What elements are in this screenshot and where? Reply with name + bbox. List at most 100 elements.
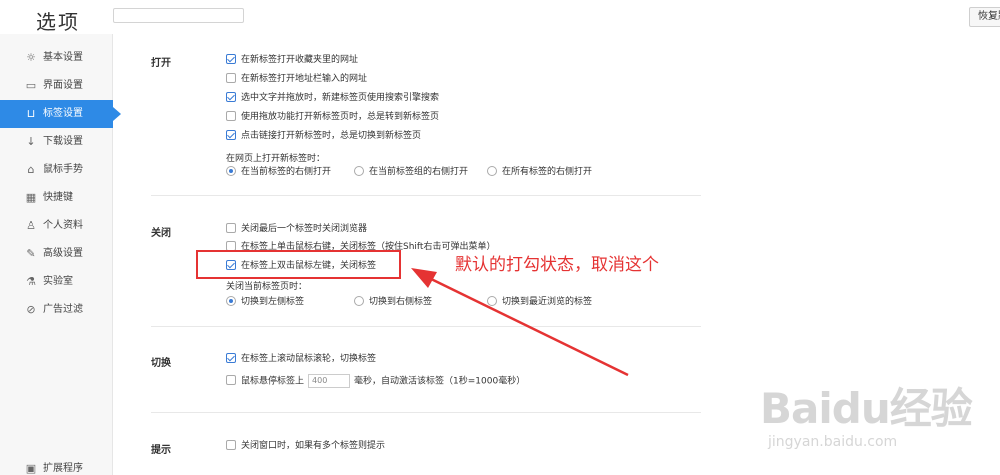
- option-label: 在标签上滚动鼠标滚轮，切换标签: [241, 354, 377, 364]
- option-label: 使用拖放功能打开新标签页时，总是转到新标签页: [241, 112, 440, 122]
- option-label: 选中文字并拖放时，新建标签页使用搜索引擎搜索: [241, 93, 440, 103]
- option-label: 在新标签打开收藏夹里的网址: [241, 55, 359, 65]
- sidebar-item[interactable]: ▦ 快捷键: [0, 184, 113, 212]
- option-label: 在新标签打开地址栏输入的网址: [241, 74, 368, 84]
- option-open-bookmarks-new-tab[interactable]: 在新标签打开收藏夹里的网址: [226, 53, 359, 66]
- sidebar-item[interactable]: ✎ 高级设置: [0, 240, 113, 268]
- close-switch-label: 关闭当前标签页时：: [226, 282, 308, 292]
- hover-delay-input[interactable]: 400: [308, 374, 351, 388]
- radio-button[interactable]: [354, 165, 364, 176]
- sidebar-item[interactable]: ↓ 下载设置: [0, 128, 113, 156]
- checkbox[interactable]: [226, 53, 236, 64]
- radio-label: 切换到右侧标签: [369, 297, 433, 307]
- sidebar-item[interactable]: ⌂ 鼠标手势: [0, 156, 113, 184]
- radio-label: 在所有标签的右侧打开: [502, 167, 593, 177]
- checkbox[interactable]: [226, 91, 236, 102]
- sidebar: ☼ 基本设置 ▭ 界面设置 ⊔ 标签设置 ↓ 下载设置 ⌂ 鼠标手势 ▦ 快捷键 ♙ 个人资料 ✎ 高级设置 ⚗…: [0, 34, 121, 475]
- radio-button[interactable]: [226, 295, 236, 306]
- flask-icon: ⚗: [26, 275, 36, 288]
- options-page: 选项 恢复默认 ☼ 基本设置 ▭ 界面设置 ⊔ 标签设置 ↓ 下载设置 ⌂ 鼠标手势 ▦ 快捷键 ♙ 个人…: [0, 0, 1000, 475]
- radio-open-right-of-group[interactable]: 在当前标签组的右侧打开: [354, 165, 469, 178]
- radio-label: 切换到左侧标签: [241, 297, 305, 307]
- section-title-prompt: 提示: [151, 445, 171, 456]
- header: 选项 恢复默认: [0, 0, 1000, 34]
- radio-switch-right-tab[interactable]: 切换到右侧标签: [354, 295, 433, 308]
- restore-defaults-button[interactable]: 恢复默认: [969, 7, 1000, 27]
- extension-icon: ▣: [25, 462, 37, 475]
- option-label: 鼠标悬停标签上: [241, 376, 305, 387]
- radio-button[interactable]: [226, 165, 236, 176]
- option-drag-goto-new-tab[interactable]: 使用拖放功能打开新标签页时，总是转到新标签页: [226, 110, 440, 123]
- checkbox[interactable]: [226, 222, 236, 233]
- sidebar-item-label: 个人资料: [43, 220, 83, 231]
- section-divider: [151, 326, 701, 327]
- option-hover-activate-tab[interactable]: 鼠标悬停标签上 400 毫秒，自动激活该标签（1秒=1000毫秒）: [226, 374, 525, 388]
- checkbox[interactable]: [226, 110, 236, 121]
- sidebar-item-label: 扩展程序: [43, 463, 83, 474]
- gear-icon: ☼: [26, 51, 36, 64]
- wrench-icon: ✎: [26, 247, 36, 260]
- sidebar-item-label: 快捷键: [43, 192, 73, 203]
- keyboard-icon: ▦: [25, 191, 37, 204]
- radio-open-right-of-all[interactable]: 在所有标签的右侧打开: [487, 165, 593, 178]
- radio-switch-recent-tab[interactable]: 切换到最近浏览的标签: [487, 295, 593, 308]
- option-label: 关闭最后一个标签时关闭浏览器: [241, 224, 368, 234]
- option-label: 点击链接打开新标签时，总是切换到新标签页: [241, 131, 422, 141]
- radio-button[interactable]: [487, 165, 497, 176]
- highlight-box: [196, 250, 401, 279]
- radio-open-right-of-current[interactable]: 在当前标签的右侧打开: [226, 165, 332, 178]
- section-divider: [151, 412, 701, 413]
- sidebar-item-label: 下载设置: [43, 136, 83, 147]
- sidebar-item-label: 广告过滤: [43, 304, 83, 315]
- sidebar-item-label: 鼠标手势: [43, 164, 83, 175]
- option-close-last-tab-close-browser[interactable]: 关闭最后一个标签时关闭浏览器: [226, 222, 368, 235]
- sidebar-item-label: 高级设置: [43, 248, 83, 259]
- option-drag-text-search[interactable]: 选中文字并拖放时，新建标签页使用搜索引擎搜索: [226, 91, 440, 104]
- section-title-switch: 切换: [151, 358, 171, 369]
- option-link-switch-new-tab[interactable]: 点击链接打开新标签时，总是切换到新标签页: [226, 129, 422, 142]
- radio-switch-left-tab[interactable]: 切换到左侧标签: [226, 295, 305, 308]
- checkbox[interactable]: [226, 129, 236, 140]
- section-divider: [151, 195, 701, 196]
- sidebar-item[interactable]: ⊘ 广告过滤: [0, 296, 113, 324]
- sidebar-item[interactable]: ☼ 基本设置: [0, 44, 113, 72]
- checkbox[interactable]: [226, 439, 236, 450]
- radio-button[interactable]: [487, 295, 497, 306]
- sidebar-item[interactable]: ⊔ 标签设置: [0, 100, 121, 128]
- download-icon: ↓: [26, 135, 36, 148]
- sidebar-item[interactable]: ⚗ 实验室: [0, 268, 113, 296]
- page-title: 选项: [36, 10, 80, 34]
- option-open-addressbar-new-tab[interactable]: 在新标签打开地址栏输入的网址: [226, 72, 368, 85]
- user-icon: ♙: [26, 219, 36, 232]
- checkbox[interactable]: [226, 72, 236, 83]
- watermark-logo: Baidu经验: [760, 384, 973, 433]
- radio-label: 在当前标签组的右侧打开: [369, 167, 469, 177]
- sidebar-item[interactable]: ♙ 个人资料: [0, 212, 113, 240]
- radio-label: 切换到最近浏览的标签: [502, 297, 593, 307]
- sidebar-item-label: 基本设置: [43, 52, 83, 63]
- section-title-open: 打开: [151, 58, 171, 69]
- checkbox[interactable]: [226, 240, 236, 251]
- option-close-window-prompt[interactable]: 关闭窗口时，如果有多个标签则提示: [226, 439, 386, 452]
- window-icon: ▭: [25, 79, 37, 92]
- radio-label: 在当前标签的右侧打开: [241, 167, 332, 177]
- open-position-label: 在网页上打开新标签时：: [226, 154, 326, 164]
- section-title-close: 关闭: [151, 228, 171, 239]
- option-wheel-switch-tab[interactable]: 在标签上滚动鼠标滚轮，切换标签: [226, 352, 377, 365]
- block-icon: ⊘: [26, 303, 36, 316]
- sidebar-item-label: 标签设置: [43, 108, 83, 119]
- search-input[interactable]: [113, 8, 244, 23]
- tab-icon: ⊔: [26, 107, 36, 120]
- option-label-suffix: 毫秒，自动激活该标签（1秒=1000毫秒）: [354, 376, 526, 387]
- sidebar-item-label: 界面设置: [43, 80, 83, 91]
- radio-button[interactable]: [354, 295, 364, 306]
- baidu-watermark: Baidu经验 jingyan.baidu.com: [760, 370, 980, 470]
- sidebar-item[interactable]: ▭ 界面设置: [0, 72, 113, 100]
- sidebar-item[interactable]: ▣ 扩展程序: [0, 455, 113, 475]
- annotation-text: 默认的打勾状态，取消这个: [455, 255, 659, 275]
- sidebar-item-label: 实验室: [43, 276, 73, 287]
- checkbox[interactable]: [226, 352, 236, 363]
- option-label: 关闭窗口时，如果有多个标签则提示: [241, 441, 386, 451]
- checkbox[interactable]: [226, 375, 236, 385]
- mouse-icon: ⌂: [27, 163, 35, 176]
